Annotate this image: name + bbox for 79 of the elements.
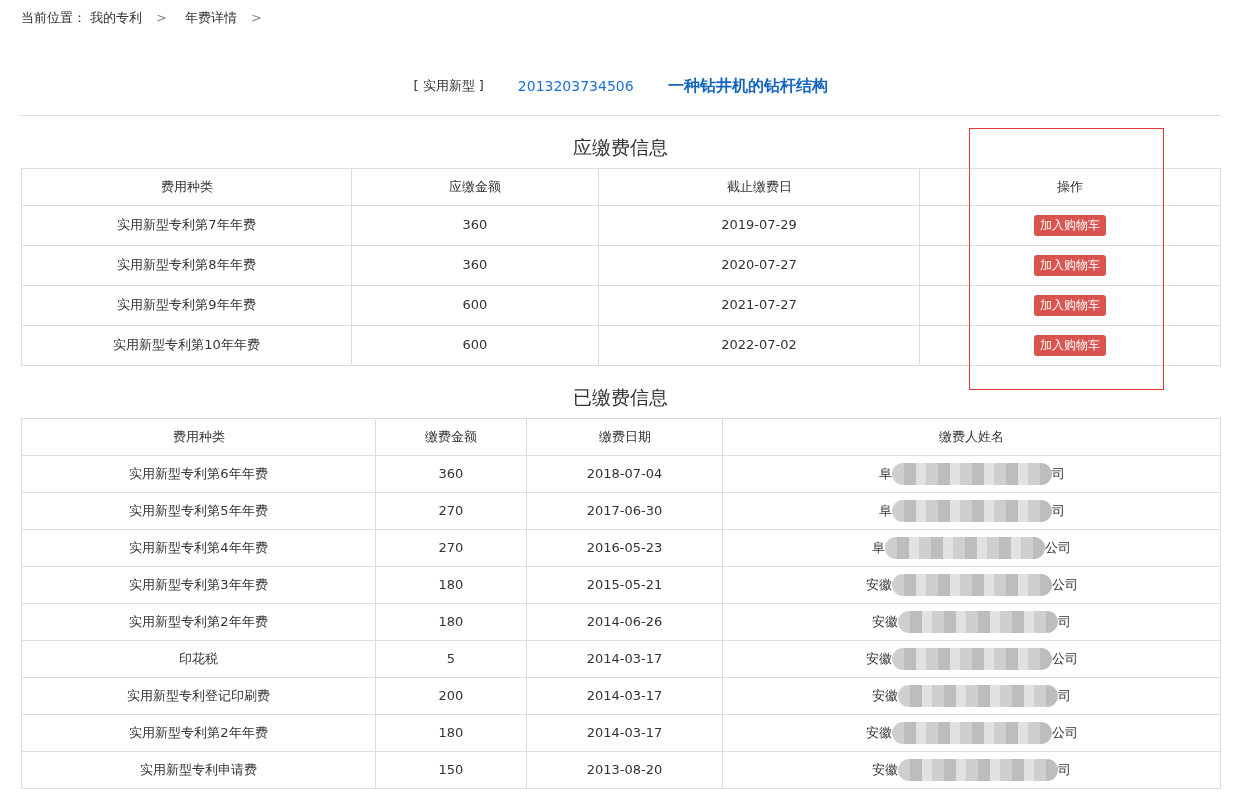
table-cell: 2022-07-02 xyxy=(598,325,920,365)
table-cell: 实用新型专利申请费 xyxy=(21,751,376,788)
table-cell: 2021-07-27 xyxy=(598,285,920,325)
payer-name-start: 安徽 xyxy=(865,649,892,668)
column-header: 缴费人姓名 xyxy=(722,418,1221,455)
table-cell: 2017-06-30 xyxy=(526,492,723,529)
column-header: 费用种类 xyxy=(21,168,352,205)
table-cell: 实用新型专利登记印刷费 xyxy=(21,677,376,714)
payer-name-start: 阜 xyxy=(878,464,892,483)
payer-name-start: 安徽 xyxy=(872,686,898,705)
add-to-cart-button[interactable]: 加入购物车 xyxy=(1034,214,1106,236)
column-header: 费用种类 xyxy=(21,418,376,455)
column-header: 缴费金额 xyxy=(375,418,527,455)
table-cell: 实用新型专利第8年年费 xyxy=(21,245,352,285)
payer-name-start: 安徽 xyxy=(865,575,892,594)
table-cell: 实用新型专利第2年年费 xyxy=(21,603,376,640)
table-cell: 180 xyxy=(375,566,527,603)
column-header: 截止缴费日 xyxy=(598,168,920,205)
payer-name-end: 司 xyxy=(1058,612,1071,631)
payer-name-end: 司 xyxy=(1051,464,1065,483)
table-cell: 270 xyxy=(375,529,527,566)
table-cell: 2014-03-17 xyxy=(526,640,723,677)
patent-title[interactable]: 一种钻井机的钻杆结构 xyxy=(667,74,828,98)
add-to-cart-button[interactable]: 加入购物车 xyxy=(1034,294,1106,316)
payer-name-end: 司 xyxy=(1058,686,1071,705)
table-cell: 实用新型专利第6年年费 xyxy=(21,455,376,492)
breadcrumb-link[interactable]: 我的专利 xyxy=(90,8,142,28)
table-cell: 5 xyxy=(375,640,527,677)
payer-name-start: 阜 xyxy=(872,538,885,557)
table-cell: 2020-07-27 xyxy=(598,245,920,285)
table-cell: 180 xyxy=(375,603,527,640)
breadcrumb-label: 当前位置： xyxy=(21,9,86,27)
table-cell: 实用新型专利第4年年费 xyxy=(21,529,376,566)
table-cell: 600 xyxy=(351,285,599,325)
table-cell: 360 xyxy=(351,205,599,245)
section-title: 应缴费信息 xyxy=(572,134,669,160)
table-cell: 实用新型专利第3年年费 xyxy=(21,566,376,603)
table-cell: 2015-05-21 xyxy=(526,566,723,603)
table-cell: 实用新型专利第2年年费 xyxy=(21,714,376,751)
table-cell: 2014-06-26 xyxy=(526,603,723,640)
payer-name-start: 阜 xyxy=(878,501,892,520)
section-title: 已缴费信息 xyxy=(572,384,669,410)
payer-name-start: 安徽 xyxy=(872,612,898,631)
table-cell: 2013-08-20 xyxy=(526,751,723,788)
payer-name-start: 安徽 xyxy=(872,760,898,779)
table-cell: 2014-03-17 xyxy=(526,677,723,714)
table-cell: 270 xyxy=(375,492,527,529)
payer-name-end: 司 xyxy=(1051,501,1065,520)
table-cell: 2019-07-29 xyxy=(598,205,920,245)
table-cell: 360 xyxy=(375,455,527,492)
patent-number[interactable]: 2013203734506 xyxy=(517,75,634,97)
add-to-cart-button[interactable]: 加入购物车 xyxy=(1034,334,1106,356)
payer-name-end: 司 xyxy=(1058,760,1071,779)
table-cell: 2014-03-17 xyxy=(526,714,723,751)
table-cell: 实用新型专利第7年年费 xyxy=(21,205,352,245)
column-header: 缴费日期 xyxy=(526,418,723,455)
table-cell: 2018-07-04 xyxy=(526,455,723,492)
table-cell: 2016-05-23 xyxy=(526,529,723,566)
add-to-cart-button[interactable]: 加入购物车 xyxy=(1034,254,1106,276)
table-cell: 600 xyxy=(351,325,599,365)
table-cell: 实用新型专利第5年年费 xyxy=(21,492,376,529)
patent-type: [ 实用新型 ] xyxy=(413,77,484,96)
payer-name-end: 公司 xyxy=(1045,538,1071,557)
payer-name-start: 安徽 xyxy=(865,723,892,742)
breadcrumb-separator: > xyxy=(156,9,167,27)
table-cell: 180 xyxy=(375,714,527,751)
breadcrumb-separator: > xyxy=(250,9,262,27)
payer-name-end: 公司 xyxy=(1051,649,1078,668)
table-cell: 360 xyxy=(351,245,599,285)
table-cell: 150 xyxy=(375,751,527,788)
payer-name-end: 公司 xyxy=(1051,575,1078,594)
breadcrumb-link[interactable]: 年费详情 xyxy=(184,8,237,28)
column-header: 应缴金额 xyxy=(351,168,599,205)
column-header: 操作 xyxy=(919,168,1221,205)
table-cell: 实用新型专利第10年年费 xyxy=(21,325,352,365)
payer-name-end: 公司 xyxy=(1051,723,1078,742)
table-cell: 200 xyxy=(375,677,527,714)
table-cell: 实用新型专利第9年年费 xyxy=(21,285,352,325)
table-cell: 印花税 xyxy=(21,640,376,677)
